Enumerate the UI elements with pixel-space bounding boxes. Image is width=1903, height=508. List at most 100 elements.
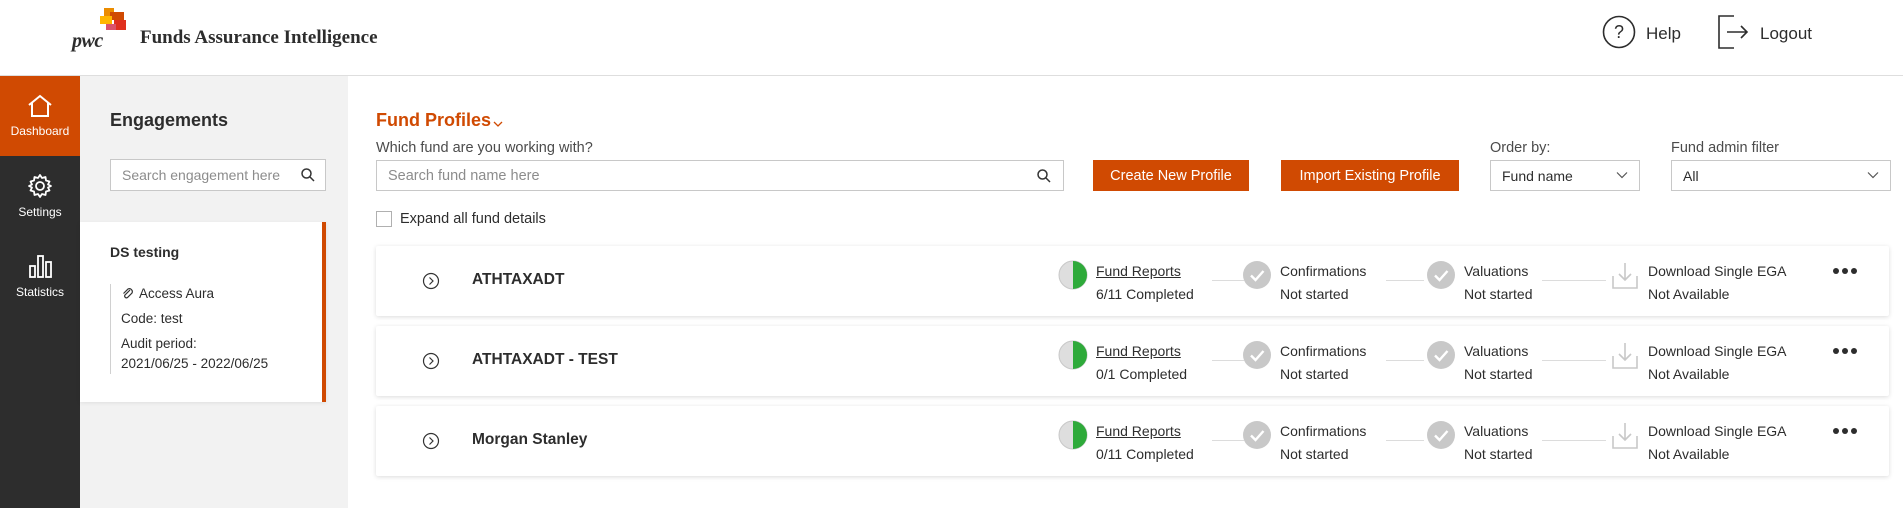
more-options-icon[interactable]: [1832, 264, 1858, 278]
download-ega-step: Download Single EGA Not Available: [1610, 340, 1800, 382]
help-icon: ?: [1602, 15, 1636, 54]
valuations-status: Not started: [1464, 366, 1533, 382]
fund-profiles-dropdown[interactable]: Fund Profiles: [376, 110, 503, 131]
expand-row-icon[interactable]: [422, 432, 440, 450]
step-connector: [1386, 440, 1424, 441]
valuations-label: Valuations: [1464, 423, 1529, 439]
order-by-value: Fund name: [1502, 167, 1573, 184]
logout-button[interactable]: Logout: [1716, 13, 1812, 56]
fund-name: ATHTAXADT - TEST: [472, 351, 618, 368]
fund-reports-link[interactable]: Fund Reports: [1096, 263, 1181, 279]
more-options-icon[interactable]: [1832, 424, 1858, 438]
step-connector: [1212, 280, 1244, 281]
expand-row-icon[interactable]: [422, 272, 440, 290]
fund-reports-step: Fund Reports 0/11 Completed: [1058, 420, 1208, 462]
fund-card[interactable]: ATHTAXADT Fund Reports 6/11 Completed Co…: [376, 246, 1889, 316]
chevron-down-icon: [1616, 172, 1628, 179]
fund-card[interactable]: ATHTAXADT - TEST Fund Reports 0/1 Comple…: [376, 326, 1889, 396]
audit-period-range: 2021/06/25 - 2022/06/25: [121, 356, 269, 371]
confirmations-step: Confirmations Not started: [1242, 260, 1392, 302]
fund-search: [376, 160, 1064, 191]
fund-card[interactable]: Morgan Stanley Fund Reports 0/11 Complet…: [376, 406, 1889, 476]
fund-admin-filter-value: All: [1683, 167, 1699, 184]
engagement-search: [110, 159, 326, 191]
check-circle-icon: [1243, 261, 1271, 289]
valuations-step: Valuations Not started: [1426, 420, 1576, 462]
pwc-logo: pwc: [70, 8, 130, 52]
search-icon[interactable]: [301, 168, 315, 182]
nav-dashboard[interactable]: Dashboard: [0, 76, 80, 156]
expand-all-label: Expand all fund details: [400, 211, 546, 227]
confirmations-label: Confirmations: [1280, 263, 1367, 279]
valuations-status: Not started: [1464, 446, 1533, 462]
check-circle-icon: [1243, 421, 1271, 449]
gear-icon: [28, 174, 52, 198]
engagement-name: DS testing: [110, 244, 180, 260]
check-circle-icon: [1427, 421, 1455, 449]
fund-admin-filter-select[interactable]: All: [1671, 160, 1891, 191]
fund-reports-status: 0/1 Completed: [1096, 366, 1188, 382]
nav-settings[interactable]: Settings: [0, 156, 80, 236]
confirmations-step: Confirmations Not started: [1242, 420, 1392, 462]
step-connector: [1542, 280, 1606, 281]
confirmations-status: Not started: [1280, 366, 1349, 382]
engagement-search-input[interactable]: [111, 160, 291, 190]
check-circle-icon: [1427, 341, 1455, 369]
valuations-status: Not started: [1464, 286, 1533, 302]
download-icon: [1612, 263, 1638, 289]
expand-all-checkbox[interactable]: [376, 211, 392, 227]
valuations-label: Valuations: [1464, 263, 1529, 279]
download-ega-label: Download Single EGA: [1648, 343, 1787, 359]
fund-search-input[interactable]: [377, 161, 1017, 190]
import-existing-profile-button[interactable]: Import Existing Profile: [1281, 160, 1459, 191]
step-connector: [1386, 360, 1424, 361]
fund-admin-filter-label: Fund admin filter: [1671, 140, 1779, 156]
logout-icon: [1716, 13, 1750, 56]
order-by-label: Order by:: [1490, 140, 1551, 156]
download-ega-status: Not Available: [1648, 366, 1730, 382]
fund-reports-link[interactable]: Fund Reports: [1096, 423, 1181, 439]
expand-all-toggle[interactable]: Expand all fund details: [376, 211, 546, 227]
fund-reports-step: Fund Reports 6/11 Completed: [1058, 260, 1208, 302]
svg-text:?: ?: [1614, 22, 1624, 42]
help-button[interactable]: ? Help: [1602, 15, 1681, 54]
expand-row-icon[interactable]: [422, 352, 440, 370]
download-ega-step: Download Single EGA Not Available: [1610, 260, 1800, 302]
bar-chart-icon: [29, 255, 52, 278]
half-progress-icon: [1058, 340, 1088, 370]
fund-reports-link[interactable]: Fund Reports: [1096, 343, 1181, 359]
home-icon: [28, 94, 52, 117]
half-progress-icon: [1058, 420, 1088, 450]
download-ega-status: Not Available: [1648, 286, 1730, 302]
chevron-down-icon: [1867, 172, 1879, 179]
valuations-label: Valuations: [1464, 343, 1529, 359]
more-options-icon[interactable]: [1832, 344, 1858, 358]
engagements-panel: Engagements DS testing Access Aura Code:…: [80, 76, 348, 508]
main-content: Fund Profiles Which fund are you working…: [348, 76, 1903, 508]
confirmations-label: Confirmations: [1280, 423, 1367, 439]
create-new-profile-button[interactable]: Create New Profile: [1093, 160, 1249, 191]
nav-dashboard-label: Dashboard: [10, 124, 70, 138]
engagement-card-selected[interactable]: DS testing Access Aura Code: test Audit …: [80, 222, 326, 402]
left-nav-rail: Dashboard Settings Statistics: [0, 76, 80, 508]
order-by-select[interactable]: Fund name: [1490, 160, 1640, 191]
download-ega-step: Download Single EGA Not Available: [1610, 420, 1800, 462]
logout-label: Logout: [1760, 24, 1812, 43]
confirmations-status: Not started: [1280, 286, 1349, 302]
engagement-details: Access Aura Code: test Audit period: 202…: [110, 284, 268, 374]
download-icon: [1612, 343, 1638, 369]
engagement-code: Code: test: [121, 311, 183, 326]
fund-reports-status: 0/11 Completed: [1096, 446, 1194, 462]
fund-question: Which fund are you working with?: [376, 140, 593, 156]
search-icon[interactable]: [1037, 169, 1051, 183]
nav-statistics[interactable]: Statistics: [0, 236, 80, 316]
audit-period-label: Audit period:: [121, 336, 197, 351]
pwc-wordmark: pwc: [72, 30, 103, 52]
engagements-title: Engagements: [110, 110, 229, 130]
download-ega-label: Download Single EGA: [1648, 263, 1787, 279]
step-connector: [1212, 440, 1244, 441]
check-circle-icon: [1243, 341, 1271, 369]
paperclip-icon: [123, 288, 133, 299]
step-connector: [1212, 360, 1244, 361]
app-title: Funds Assurance Intelligence: [140, 27, 378, 48]
